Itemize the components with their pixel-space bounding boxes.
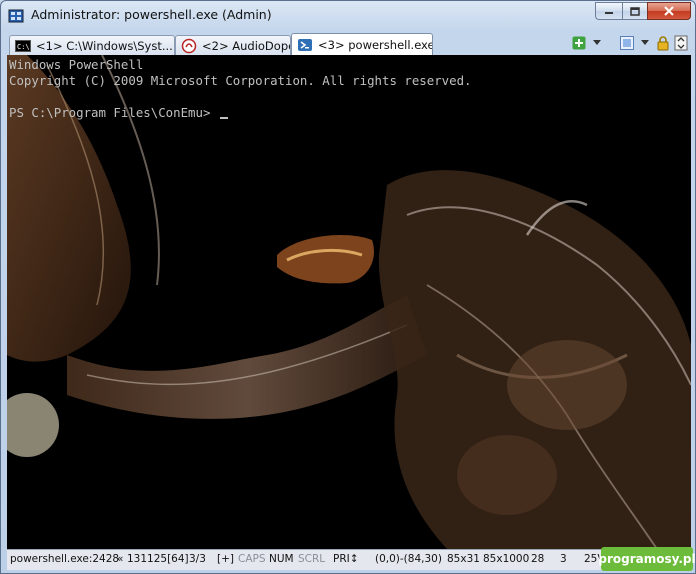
tab-bar: C:\ <1> C:\Windows\Syst... <2> AudioDope…: [7, 33, 691, 55]
plus-icon: [572, 36, 586, 50]
status-caps[interactable]: CAPS: [238, 553, 266, 565]
status-priority[interactable]: PRI↕: [333, 553, 359, 565]
audio-icon: [181, 38, 197, 53]
status-size[interactable]: 85x31: [447, 553, 480, 565]
title-bar[interactable]: Administrator: powershell.exe (Admin): [1, 1, 695, 31]
status-val2: 3: [560, 553, 567, 565]
scroll-button[interactable]: [673, 35, 689, 51]
lock-icon: [657, 36, 669, 51]
watermark-logo: programosy.pl: [598, 547, 695, 571]
text-cursor: [219, 117, 228, 119]
cmd-icon: C:\: [15, 39, 31, 53]
status-selection: (0,0)-(84,30): [375, 553, 442, 565]
window-icon: [620, 36, 634, 50]
window-list-button[interactable]: [619, 35, 635, 51]
status-process[interactable]: powershell.exe:2428: [10, 553, 119, 565]
powershell-icon: [297, 38, 313, 52]
tab-2-audiodope[interactable]: <2> AudioDope: [175, 35, 291, 55]
new-console-dropdown[interactable]: [589, 35, 605, 51]
svg-text:C:\: C:\: [17, 43, 30, 51]
console-area[interactable]: Windows PowerShell Copyright (C) 2009 Mic…: [7, 55, 691, 549]
tab-3-powershell[interactable]: <3> powershell.exe: [291, 33, 433, 55]
minimize-button[interactable]: [595, 2, 622, 20]
maximize-button[interactable]: [622, 2, 647, 20]
tab-label: <2> AudioDope: [202, 38, 291, 53]
conemu-app-icon[interactable]: [8, 8, 24, 24]
tab-label: <1> C:\Windows\Syst...: [36, 38, 173, 53]
console-prompt-line[interactable]: PS C:\Program Files\ConEmu>: [9, 105, 472, 121]
conemu-window: Administrator: powershell.exe (Admin) C:…: [0, 0, 696, 574]
tab-1-cmd[interactable]: C:\ <1> C:\Windows\Syst...: [9, 35, 175, 55]
status-num[interactable]: NUM: [269, 553, 294, 565]
status-counter: 131125[64]: [127, 553, 189, 565]
console-background-image: [7, 55, 691, 549]
status-scrl[interactable]: SCRL: [298, 553, 325, 565]
console-prompt: PS C:\Program Files\ConEmu>: [9, 105, 218, 120]
chevron-down-icon: [641, 40, 649, 45]
new-console-button[interactable]: [571, 35, 587, 51]
close-button[interactable]: [647, 2, 691, 20]
scroll-icon: [674, 35, 688, 51]
window-title: Administrator: powershell.exe (Admin): [31, 7, 272, 22]
close-icon: [664, 6, 674, 16]
minimize-icon: [605, 12, 613, 14]
lock-button[interactable]: [655, 35, 671, 51]
console-line: Windows PowerShell: [9, 57, 144, 72]
status-bar: powershell.exe:2428 « 131125[64] 3/3 [+]…: [7, 549, 691, 570]
console-line: ​: [9, 89, 472, 105]
status-tab-index[interactable]: 3/3: [189, 553, 206, 565]
chevron-down-icon: [593, 40, 601, 45]
status-plus[interactable]: [+]: [217, 553, 234, 565]
window-list-dropdown[interactable]: [637, 35, 653, 51]
console-line: Copyright (C) 2009 Microsoft Corporation…: [9, 73, 472, 88]
tab-label: <3> powershell.exe: [318, 37, 433, 52]
status-marker: «: [117, 553, 124, 565]
status-val1: 28: [531, 553, 545, 565]
maximize-icon: [630, 6, 640, 16]
console-output: Windows PowerShell Copyright (C) 2009 Mic…: [9, 57, 472, 121]
status-buffer[interactable]: 85x1000: [483, 553, 529, 565]
